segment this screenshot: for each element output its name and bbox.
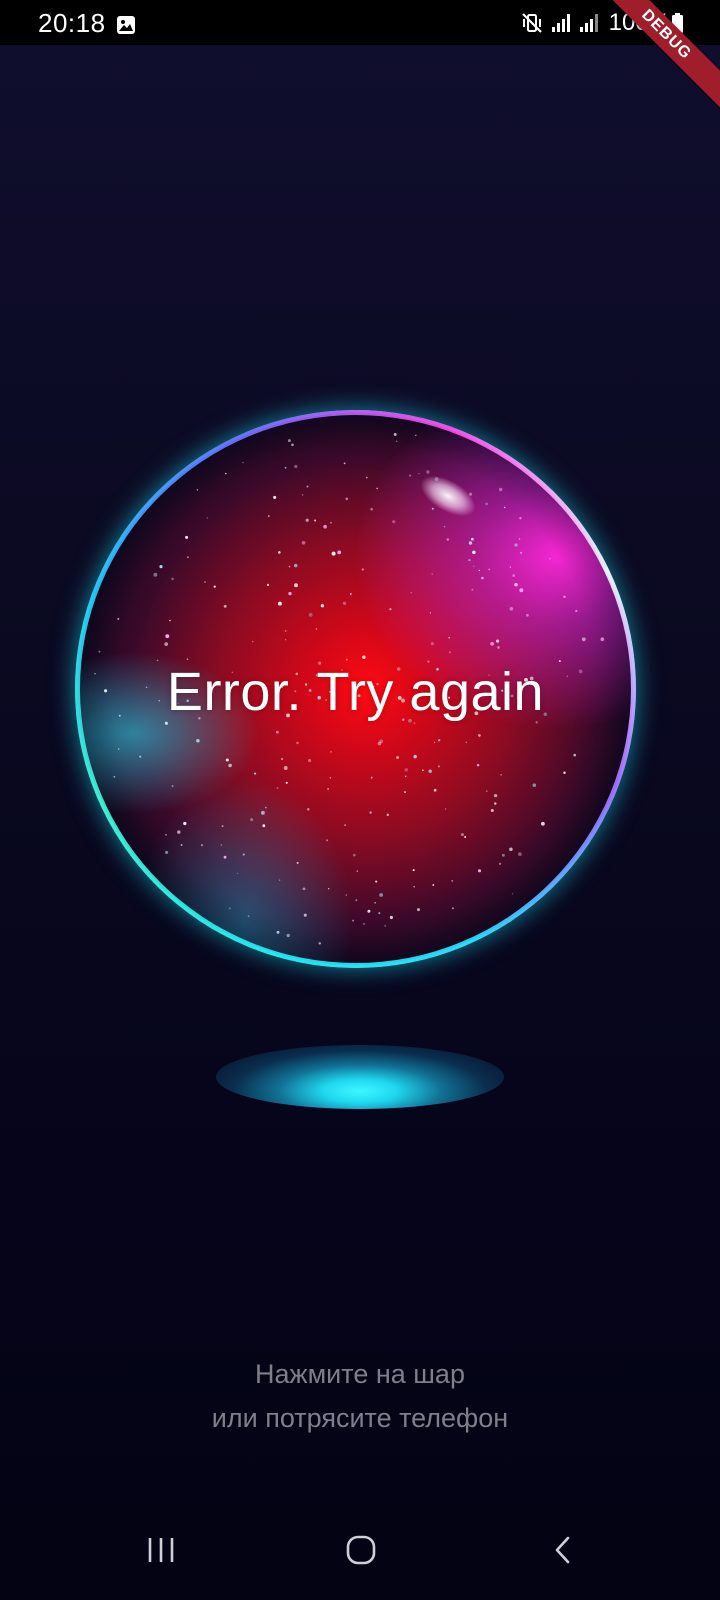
back-icon	[555, 1536, 570, 1564]
home-button[interactable]	[331, 1526, 391, 1574]
home-icon	[346, 1535, 376, 1565]
signal-icon	[579, 14, 598, 32]
mute-vibrate-icon	[521, 13, 542, 33]
orb-message: Error. Try again	[166, 662, 545, 722]
status-bar: 20:18 100%	[0, 0, 720, 45]
magic-orb[interactable]: Error. Try again	[75, 410, 636, 968]
recents-icon	[148, 1538, 174, 1562]
gallery-icon	[117, 16, 135, 34]
navigation-bar	[0, 1500, 720, 1600]
recents-button[interactable]	[131, 1526, 191, 1574]
orb-glow-pedestal	[216, 1045, 504, 1109]
hint-line-1: Нажмите на шар	[255, 1359, 465, 1389]
magic-ball-screen: 20:18 100%	[0, 0, 720, 1600]
back-button[interactable]	[533, 1526, 593, 1574]
status-time: 20:18	[38, 8, 106, 38]
signal-icon	[551, 14, 570, 32]
hint-text: Нажмите на шар или потрясите телефон	[0, 1352, 720, 1440]
hint-line-2: или потрясите телефон	[211, 1403, 509, 1433]
